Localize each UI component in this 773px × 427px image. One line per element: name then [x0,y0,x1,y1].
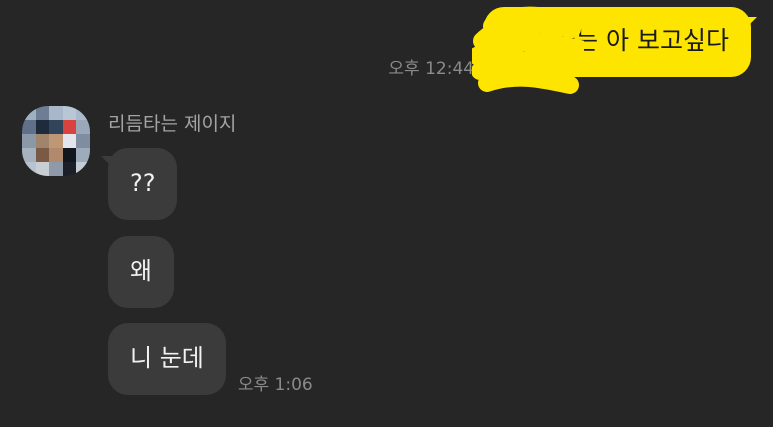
incoming-message-time: 오후 1:06 [237,375,313,395]
sender-name[interactable]: 리듬타는 제이지 [108,112,236,136]
outgoing-message-bubble[interactable]: 사랑하는 아 보고싶다 [472,6,757,94]
avatar[interactable] [22,106,90,176]
incoming-message-text: 왜 [130,257,153,285]
incoming-message-row: ?? [101,148,178,220]
incoming-message-bubble[interactable]: 왜 [108,236,175,308]
incoming-message-bubble[interactable]: 니 눈데 [108,323,226,395]
outgoing-message-text: 사랑하는 아 보고싶다 [506,26,729,55]
chat-thread: 오후 12:44 사랑하는 아 보고싶다 리듬타는 제이지 ?? 왜 니 눈데 … [0,0,773,427]
outgoing-bubble-tail [743,17,757,31]
outgoing-message-time: 오후 12:44 [388,59,475,79]
incoming-message-text: 니 눈데 [130,344,204,372]
outgoing-message-row: 오후 12:44 사랑하는 아 보고싶다 [388,6,757,94]
incoming-message-row: 니 눈데 오후 1:06 [108,323,313,395]
incoming-message-row: 왜 [108,236,175,308]
incoming-bubble-tail [101,156,115,170]
incoming-message-bubble[interactable]: ?? [101,148,178,220]
incoming-message-text: ?? [130,169,156,197]
